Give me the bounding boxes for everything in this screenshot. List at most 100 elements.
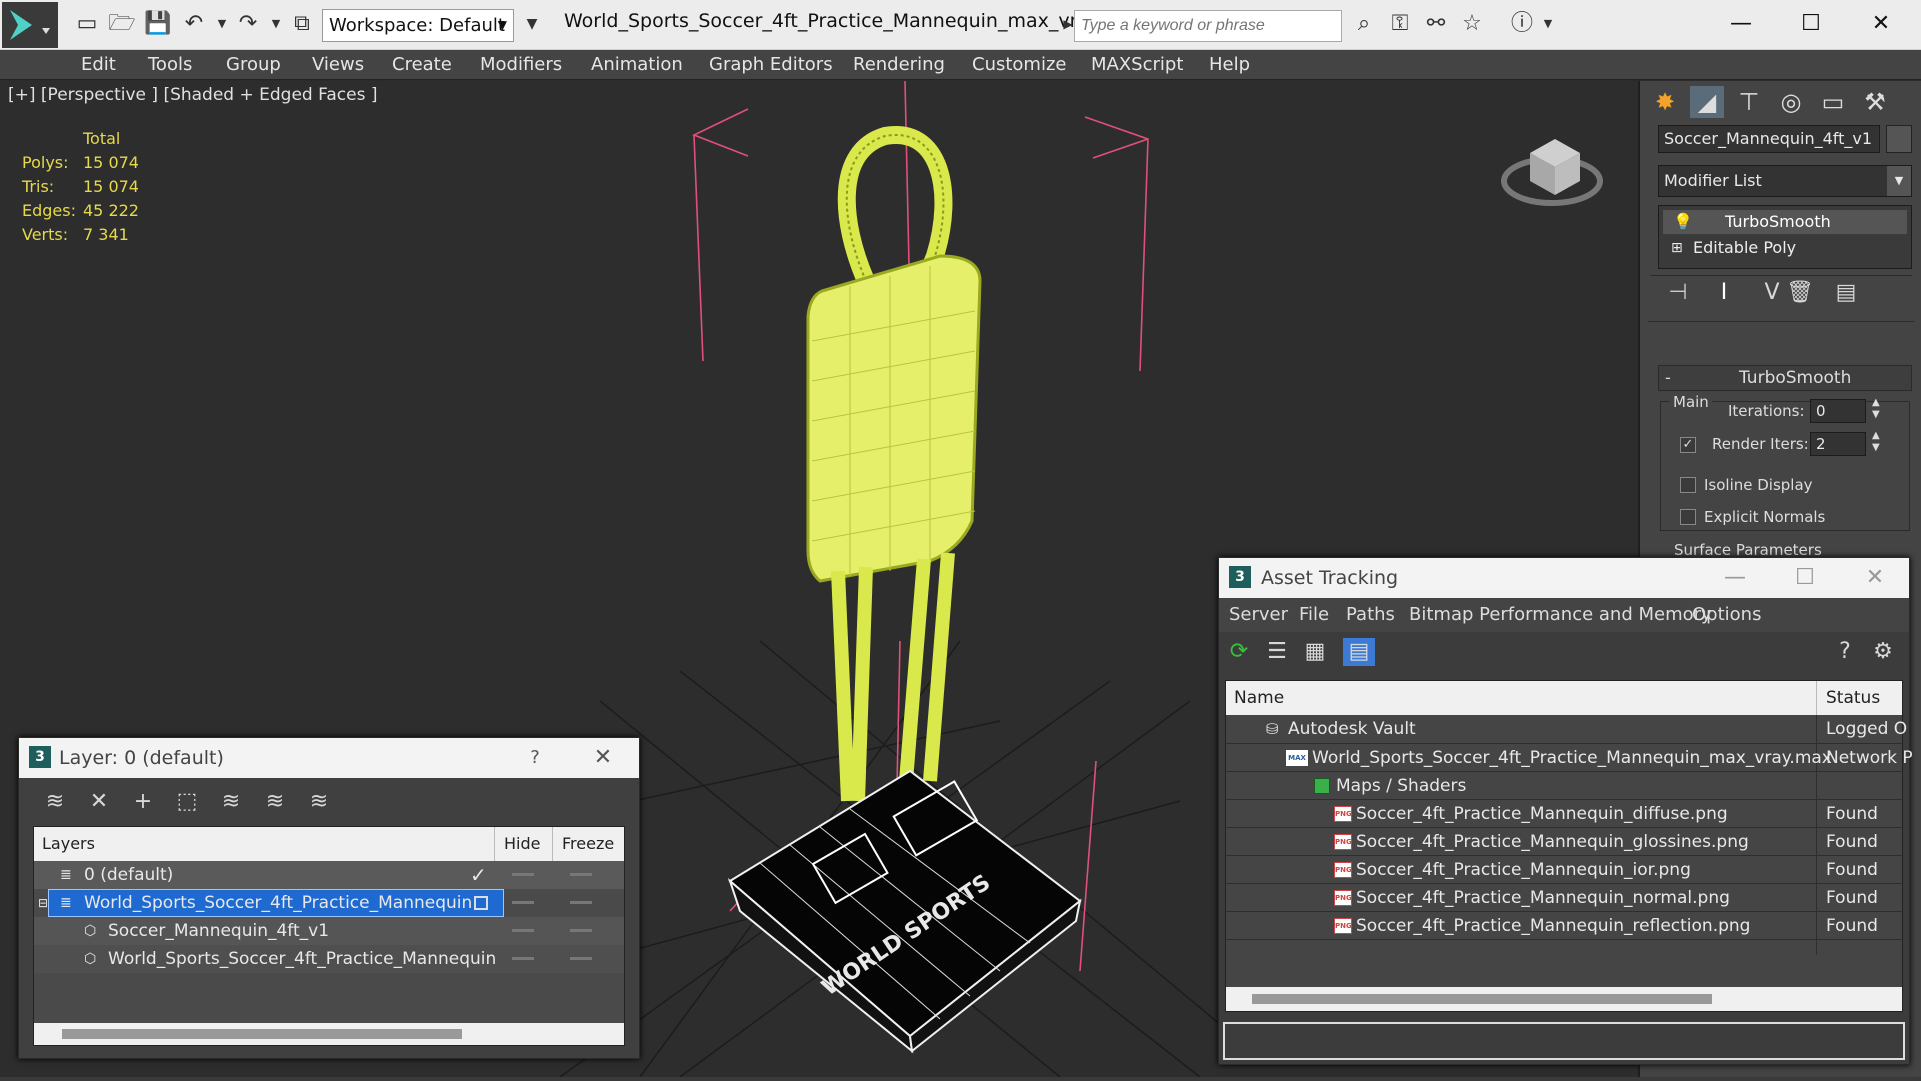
menu-views[interactable]: Views [312,50,364,80]
col-layers[interactable]: Layers [42,827,95,861]
freeze-all-icon[interactable]: ≋ [305,788,333,816]
create-tab-icon[interactable]: ✸ [1648,86,1682,118]
col-hide[interactable]: Hide [504,827,540,861]
search-input[interactable] [1074,10,1342,42]
close-button[interactable]: ✕ [1856,6,1906,42]
menu-paths[interactable]: Paths [1346,598,1395,632]
layer-row[interactable]: ⊟ ≣ World_Sports_Soccer_4ft_Practice_Man… [34,889,624,917]
minimize-button[interactable]: — [1716,6,1766,42]
key-icon[interactable]: ⚿ [1386,10,1414,38]
help-icon[interactable]: ⓘ [1508,10,1536,38]
help-button[interactable]: ? [515,738,555,778]
configure-sets-icon[interactable]: ▤ [1832,279,1860,307]
app-logo[interactable] [2,2,58,48]
show-end-result-icon[interactable]: Ⅰ [1710,279,1738,307]
asset-row[interactable]: PNG Soccer_4ft_Practice_Mannequin_glossi… [1226,827,1902,855]
motion-tab-icon[interactable]: ◎ [1774,86,1808,118]
remove-modifier-icon[interactable]: 🗑 [1786,279,1814,307]
table-view-icon[interactable]: ▤ [1343,638,1375,666]
horizontal-scrollbar[interactable] [34,1023,624,1045]
redo-icon[interactable]: ↷ [234,10,262,38]
vault-help-icon[interactable]: ? [1831,638,1859,666]
settings-help-icon[interactable]: ⚙ [1869,638,1897,666]
menu-edit[interactable]: Edit [81,50,116,80]
connect-icon[interactable]: ⚯ [1422,10,1450,38]
star-icon[interactable]: ☆ [1458,10,1486,38]
render-iters-input[interactable]: 2 [1810,432,1866,456]
collapse-icon[interactable]: ⊟ [38,889,48,917]
refresh-icon[interactable]: ⟳ [1225,638,1253,666]
minimize-button[interactable]: — [1715,558,1755,598]
menu-file[interactable]: File [1299,598,1329,632]
select-objects-icon[interactable]: ⬚ [173,788,201,816]
menu-group[interactable]: Group [226,50,281,80]
layer-row[interactable]: ⬡ Soccer_Mannequin_4ft_v1 [34,917,624,945]
asset-row[interactable]: Maps / Shaders [1226,771,1902,799]
undo-dropdown-icon[interactable]: ▼ [208,10,236,38]
lightbulb-icon[interactable]: 💡 [1673,210,1693,234]
menu-rendering[interactable]: Rendering [853,50,945,80]
menu-tools[interactable]: Tools [148,50,192,80]
open-file-icon[interactable]: 🗁 [108,10,136,38]
hide-all-icon[interactable]: ≋ [261,788,289,816]
object-name-field[interactable]: Soccer_Mannequin_4ft_v1 [1658,125,1880,153]
modifier-list-dropdown[interactable]: Modifier List ▼ [1658,165,1912,197]
close-button[interactable]: ✕ [1855,558,1895,598]
render-iters-spinner[interactable]: ▲ ▼ [1872,430,1880,454]
turbosmooth-rollout-header[interactable]: - TurboSmooth [1658,365,1912,391]
col-name[interactable]: Name [1234,681,1284,715]
binoculars-icon[interactable]: ⌕ [1350,10,1378,38]
menu-maxscript[interactable]: MAXScript [1091,50,1183,80]
col-status[interactable]: Status [1826,681,1880,715]
menu-help[interactable]: Help [1209,50,1250,80]
layer-row[interactable]: ⬡ World_Sports_Soccer_4ft_Practice_Manne… [34,945,624,973]
modify-tab-icon[interactable]: ◢ [1690,86,1724,118]
menu-options[interactable]: Options [1692,598,1761,632]
menu-modifiers[interactable]: Modifiers [480,50,562,80]
menu-bitmap-performance[interactable]: Bitmap Performance and Memory [1409,598,1712,632]
asset-row[interactable]: PNG Soccer_4ft_Practice_Mannequin_reflec… [1226,911,1902,939]
highlight-selected-icon[interactable]: ≋ [217,788,245,816]
asset-window-titlebar[interactable]: 3 Asset Tracking — ☐ ✕ [1219,558,1909,598]
workspace-menu-icon[interactable]: ▼ [518,10,546,38]
scrollbar-thumb[interactable] [1252,994,1712,1004]
redo-dropdown-icon[interactable]: ▼ [262,10,290,38]
new-layer-icon[interactable]: ≋ [41,788,69,816]
asset-path-field[interactable] [1223,1022,1905,1060]
list-view-icon[interactable]: ☰ [1263,638,1291,666]
help-dropdown-icon[interactable]: ▼ [1534,10,1562,38]
stack-item-turbosmooth[interactable]: TurboSmooth 💡 [1663,210,1907,234]
asset-row[interactable]: MAX World_Sports_Soccer_4ft_Practice_Man… [1226,743,1913,771]
undo-icon[interactable]: ↶ [180,10,208,38]
render-iters-checkbox[interactable]: ✓ [1680,437,1696,453]
layer-row[interactable]: ≣ 0 (default) ✓ [34,861,624,889]
make-unique-icon[interactable]: V [1758,279,1786,307]
maximize-button[interactable]: ☐ [1785,558,1825,598]
viewcube[interactable] [1500,123,1610,213]
menu-server[interactable]: Server [1229,598,1288,632]
scrollbar-thumb[interactable] [62,1029,462,1039]
asset-row[interactable]: PNG Soccer_4ft_Practice_Mannequin_normal… [1226,883,1902,911]
delete-layer-icon[interactable]: ✕ [85,788,113,816]
expand-plus-icon[interactable]: ⊞ [1671,236,1683,260]
hierarchy-tab-icon[interactable]: ⊤ [1732,86,1766,118]
stack-item-editable-poly[interactable]: Editable Poly ⊞ [1663,236,1907,260]
current-layer-check-icon[interactable]: ✓ [470,861,487,889]
set-current-icon[interactable] [474,896,488,910]
save-icon[interactable]: 💾 [144,10,172,38]
object-color-swatch[interactable] [1886,125,1912,153]
pin-stack-icon[interactable]: ⊣ [1664,279,1692,307]
menu-customize[interactable]: Customize [972,50,1066,80]
iterations-input[interactable]: 0 [1810,399,1866,423]
menu-create[interactable]: Create [392,50,452,80]
asset-row[interactable]: PNG Soccer_4ft_Practice_Mannequin_diffus… [1226,799,1902,827]
asset-row[interactable]: ⛁ Autodesk Vault Logged O [1226,715,1907,743]
horizontal-scrollbar[interactable] [1226,987,1902,1011]
maximize-button[interactable]: ☐ [1786,6,1836,42]
asset-row[interactable]: PNG Soccer_4ft_Practice_Mannequin_ior.pn… [1226,855,1902,883]
menu-animation[interactable]: Animation [591,50,683,80]
workspace-dropdown[interactable]: Workspace: Default ▼ [322,9,514,42]
display-tab-icon[interactable]: ▭ [1816,86,1850,118]
isoline-display-checkbox[interactable] [1680,477,1696,493]
add-to-layer-icon[interactable]: + [129,788,157,816]
